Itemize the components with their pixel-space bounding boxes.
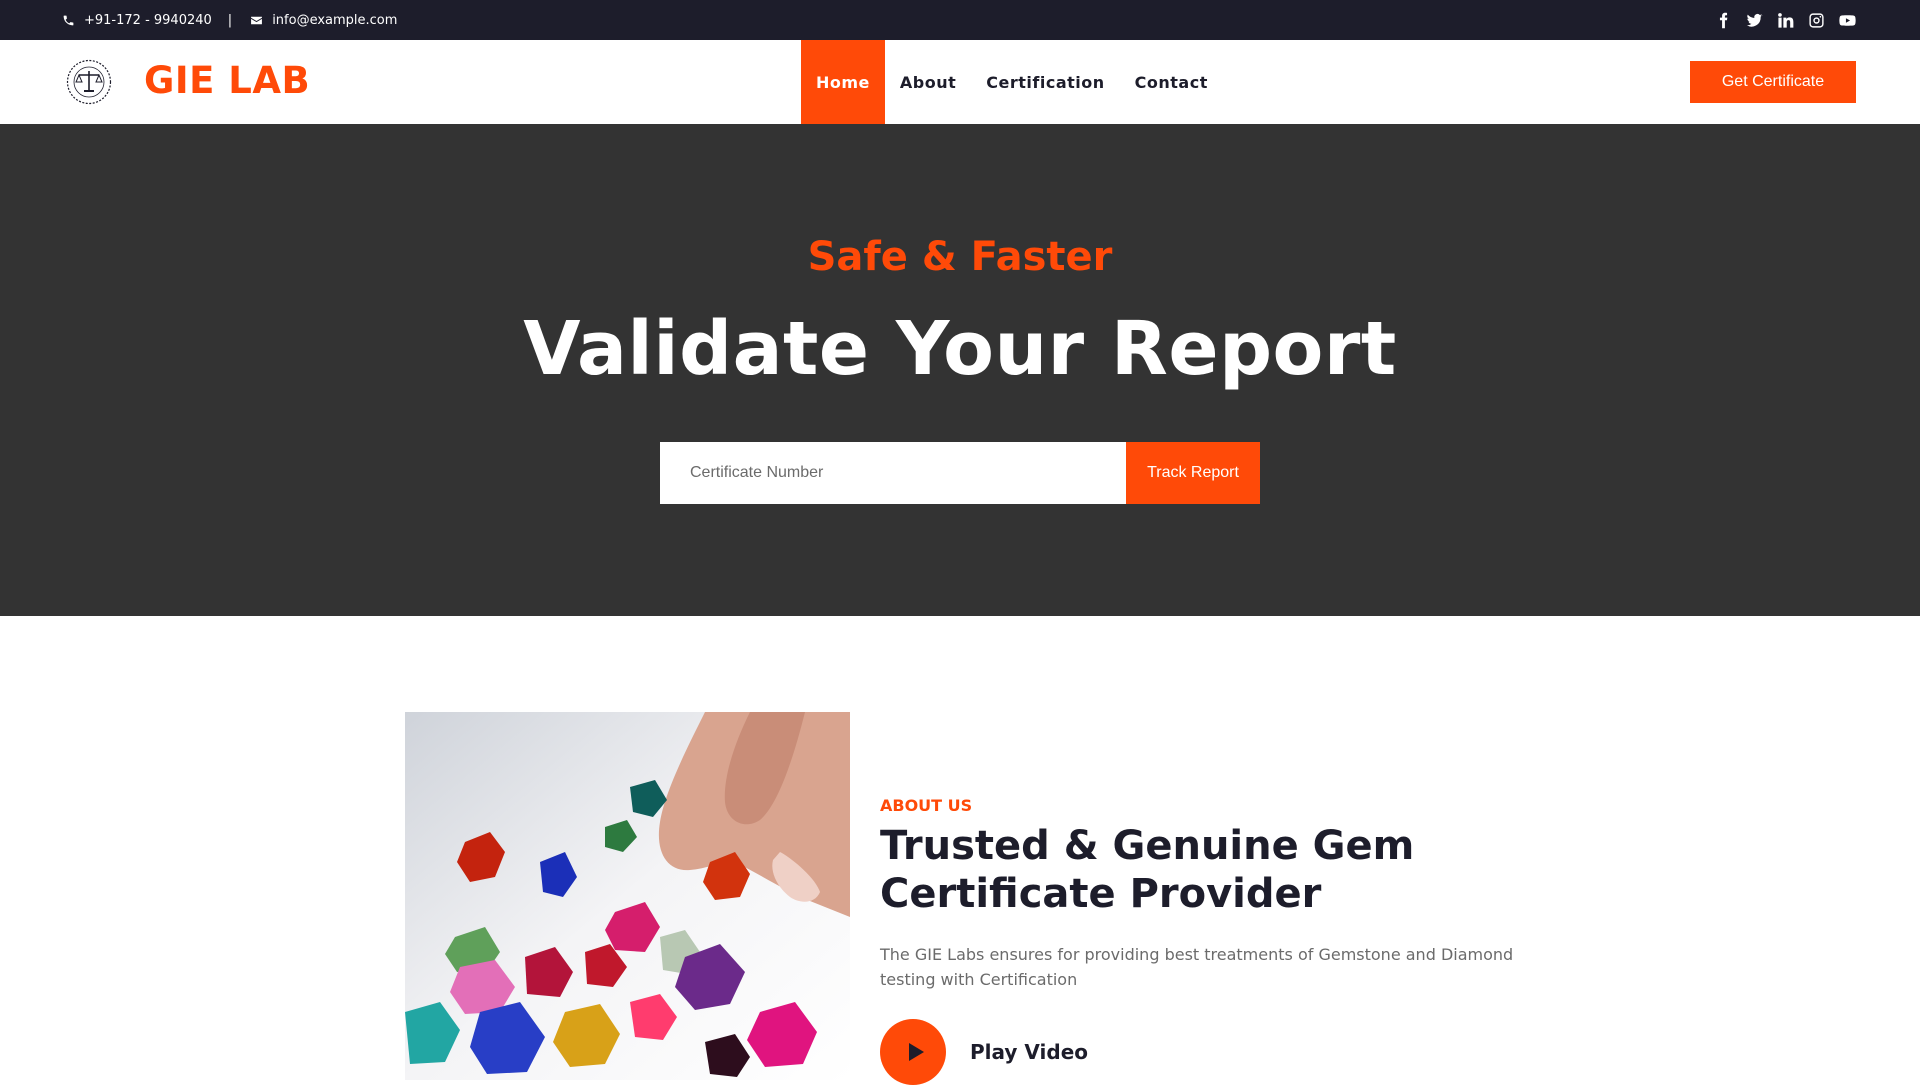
brand-name[interactable]: GIE LAB [144,58,310,104]
nav-about[interactable]: About [885,40,971,124]
twitter-icon[interactable] [1746,12,1763,29]
top-bar: +91-172 - 9940240 | info@example.com [0,0,1920,40]
certificate-number-input[interactable] [660,442,1126,504]
phone-icon [63,15,74,25]
linkedin-icon[interactable] [1777,12,1794,29]
logo-emblem-icon[interactable] [66,59,112,105]
get-certificate-button[interactable]: Get Certificate [1690,61,1856,103]
social-links [1715,0,1856,40]
envelope-icon [251,16,263,24]
gemstones-image [405,712,850,1080]
contact-separator: | [227,12,233,28]
about-description: The GIE Labs ensures for providing best … [880,945,1514,989]
phone-number: +91-172 - 9940240 [84,12,212,28]
site-header: GIE LAB Home About Certification Contact… [0,40,1920,124]
instagram-icon[interactable] [1808,12,1825,29]
main-nav: Home About Certification Contact [801,40,1223,124]
youtube-icon[interactable] [1839,12,1856,29]
report-search-form: Track Report [660,442,1260,504]
play-icon [909,1043,924,1061]
nav-certification[interactable]: Certification [971,40,1119,124]
email-link[interactable]: info@example.com [250,13,397,28]
track-report-button[interactable]: Track Report [1126,442,1260,504]
nav-home[interactable]: Home [801,40,885,124]
contact-info: +91-172 - 9940240 | info@example.com [62,0,397,40]
facebook-icon[interactable] [1715,12,1732,29]
hero-section: Safe & Faster Validate Your Report Track… [0,124,1920,616]
hero-title: Validate Your Report [523,306,1397,392]
play-video-button[interactable]: Play Video [880,1019,1088,1085]
hero-kicker: Safe & Faster [807,234,1113,280]
play-video-label[interactable]: Play Video [970,1040,1088,1064]
play-button-circle[interactable] [880,1019,946,1085]
email-address: info@example.com [272,12,398,28]
about-heading: Trusted & Genuine Gem Certificate Provid… [880,823,1415,917]
nav-contact[interactable]: Contact [1120,40,1223,124]
about-label: ABOUT US [880,796,973,815]
phone-link[interactable]: +91-172 - 9940240 [62,13,212,28]
